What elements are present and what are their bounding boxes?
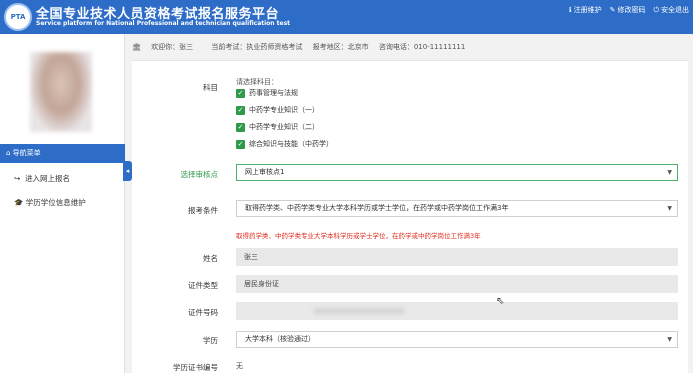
check-icon: ✓ (236, 122, 245, 132)
info-bar: 🏛 欢迎你：张三 当前考试：执业药师资格考试 报考地区：北京市 咨询电话：010… (132, 38, 693, 56)
header-bar: PTA 全国专业技术人员资格考试报名服务平台 Service platform … (0, 0, 693, 34)
current-exam-text: 当前考试：执业药师资格考试 (211, 43, 303, 51)
mouse-cursor-icon: ⇖ (496, 296, 505, 307)
sidebar-item-education-info[interactable]: 🎓 学历学位信息维护 (0, 192, 125, 214)
id-number-field (236, 302, 678, 320)
check-icon: ✓ (236, 139, 245, 149)
check-icon: ✓ (236, 88, 245, 98)
review-point-label: 选择审核点 (180, 170, 219, 179)
graduation-cap-icon: 🎓 (14, 198, 26, 207)
subject-checkbox-3[interactable]: ✓ 中药学专业知识（二） (236, 122, 319, 132)
subject-hint: 请选择科目： (236, 78, 278, 86)
condition-select[interactable]: 取得药学类、中药学类专业大学本科学历或学士学位，在药学或中药学岗位工作满3年 ▼ (236, 200, 678, 217)
degree-cert-value: 无 (236, 362, 243, 370)
condition-label: 报考条件 (188, 206, 218, 215)
education-select[interactable]: 大学本科（核验通过） ▼ (236, 331, 678, 348)
education-label: 学历 (203, 336, 218, 345)
check-icon: ✓ (236, 105, 245, 115)
sidebar: ⌂ 导航菜单 ↪ 进入网上报名 🎓 学历学位信息维护 (0, 34, 125, 373)
share-arrow-icon: ↪ (14, 174, 26, 183)
subject-label: 科目 (203, 83, 218, 92)
dropdown-arrow-icon: ▼ (667, 336, 672, 343)
change-password-link[interactable]: ✎ 修改密码 (610, 5, 646, 15)
sidebar-item-online-registration[interactable]: ↪ 进入网上报名 (0, 168, 125, 190)
dropdown-arrow-icon: ▼ (667, 205, 672, 212)
register-maintain-link[interactable]: ℹ 注册维护 (569, 5, 602, 15)
subject-checkbox-4[interactable]: ✓ 综合知识与技能（中药学） (236, 139, 333, 149)
id-type-label: 证件类型 (188, 281, 218, 290)
name-label: 姓名 (203, 254, 218, 263)
subject-checkbox-1[interactable]: ✓ 药事管理与法规 (236, 88, 298, 98)
site-subtitle: Service platform for National Profession… (36, 20, 291, 27)
subject-checkbox-2[interactable]: ✓ 中药学专业知识（一） (236, 105, 319, 115)
info-icon: ℹ (568, 6, 572, 14)
top-links: ℹ 注册维护 ✎ 修改密码 ⏻ 安全退出 (569, 5, 689, 15)
nav-menu-header: ⌂ 导航菜单 (0, 144, 125, 163)
degree-cert-label: 学历证书编号 (173, 363, 218, 372)
power-icon: ⏻ (653, 6, 659, 14)
id-type-field: 居民身份证 (236, 275, 678, 293)
phone-text: 咨询电话：010-11111111 (378, 43, 466, 51)
home-icon: ⌂ (6, 149, 13, 157)
dropdown-arrow-icon: ▼ (667, 169, 672, 176)
region-text: 报考地区：北京市 (312, 43, 369, 51)
condition-warning: 取得药学类、中药学类专业大学本科学历或学士学位，在药学或中药学岗位工作满3年 (236, 232, 481, 240)
name-field: 张三 (236, 248, 678, 266)
logout-link[interactable]: ⏻ 安全退出 (653, 5, 689, 15)
avatar (30, 52, 92, 132)
pta-logo: PTA (4, 3, 32, 31)
id-number-label: 证件号码 (188, 308, 218, 317)
review-point-select[interactable]: 网上审核点1 ▼ (236, 164, 678, 181)
redacted-id (314, 308, 404, 314)
bank-icon: 🏛 (132, 43, 144, 51)
welcome-text: 🏛 欢迎你：张三 (132, 43, 194, 51)
edit-icon: ✎ (609, 6, 616, 14)
